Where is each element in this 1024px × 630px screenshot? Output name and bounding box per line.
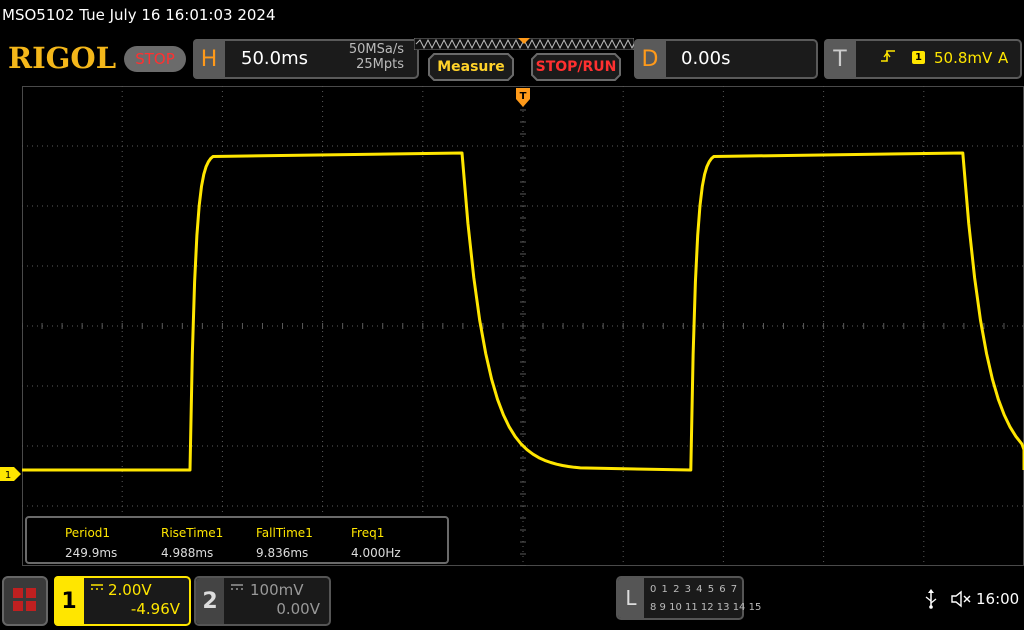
measure-button[interactable]: Measure (428, 53, 514, 81)
channel2-label: 2 (196, 578, 224, 624)
trigger-mode: A (998, 49, 1009, 67)
waveform-display[interactable] (22, 86, 1024, 566)
measurement-value: 4.988ms (161, 546, 214, 560)
measurement-panel: Period1 249.9ms RiseTime1 4.988ms FallTi… (25, 516, 449, 564)
channel2-offset: 0.00V (276, 600, 320, 618)
delay-value: 0.00s (681, 48, 731, 69)
delay-label: D (634, 39, 666, 79)
timebase-value: 50.0ms (241, 48, 308, 69)
memory-depth: 25Mpts (356, 57, 404, 72)
svg-text:T: T (520, 91, 527, 102)
trigger-source-badge: 1 (912, 51, 925, 64)
trigger-label: T (824, 39, 856, 79)
trigger-level: 50.8mV (934, 49, 993, 67)
ch1-ground-marker[interactable]: 1 (0, 467, 22, 481)
window-title: MSO5102 Tue July 16 16:01:03 2024 (2, 6, 276, 24)
channel1-label: 1 (54, 576, 84, 626)
measurement-value: 9.836ms (256, 546, 309, 560)
trigger-position-icon: T (516, 88, 530, 107)
measurement-name: RiseTime1 (161, 526, 224, 540)
measurement-name: FallTime1 (256, 526, 313, 540)
speaker-muted-icon[interactable] (950, 590, 974, 608)
horizontal-label: H (193, 39, 225, 79)
grid-menu-icon (13, 588, 36, 611)
acquisition-status-badge: STOP (124, 46, 186, 72)
measurement-value: 249.9ms (65, 546, 118, 560)
channel2-scale: 100mV (250, 581, 304, 599)
memory-overview-strip (414, 38, 634, 50)
measurement-value: 4.000Hz (351, 546, 401, 560)
svg-text:1: 1 (5, 470, 11, 481)
measurement-name: Freq1 (351, 526, 385, 540)
logic-channels-row2: 8 9 10 11 12 13 14 15 (650, 602, 762, 613)
dc-coupling-icon (231, 584, 243, 590)
dc-coupling-icon (91, 584, 103, 590)
rigol-logo: RIGOL (8, 41, 117, 75)
stop-run-button[interactable]: STOP/RUN (531, 53, 621, 81)
rising-edge-icon (881, 50, 895, 62)
usb-icon[interactable] (924, 589, 938, 609)
system-clock: 16:00 (976, 590, 1020, 608)
logic-analyzer-label: L (618, 578, 644, 618)
channel1-scale: 2.00V (108, 581, 152, 599)
main-menu-button[interactable] (2, 576, 48, 626)
channel1-offset: -4.96V (130, 600, 180, 618)
sample-rate-info: 50MSa/s 25Mpts (334, 42, 404, 72)
logic-channels-row1: 0 1 2 3 4 5 6 7 (650, 584, 739, 595)
sample-rate: 50MSa/s (348, 42, 404, 57)
measurement-name: Period1 (65, 526, 111, 540)
